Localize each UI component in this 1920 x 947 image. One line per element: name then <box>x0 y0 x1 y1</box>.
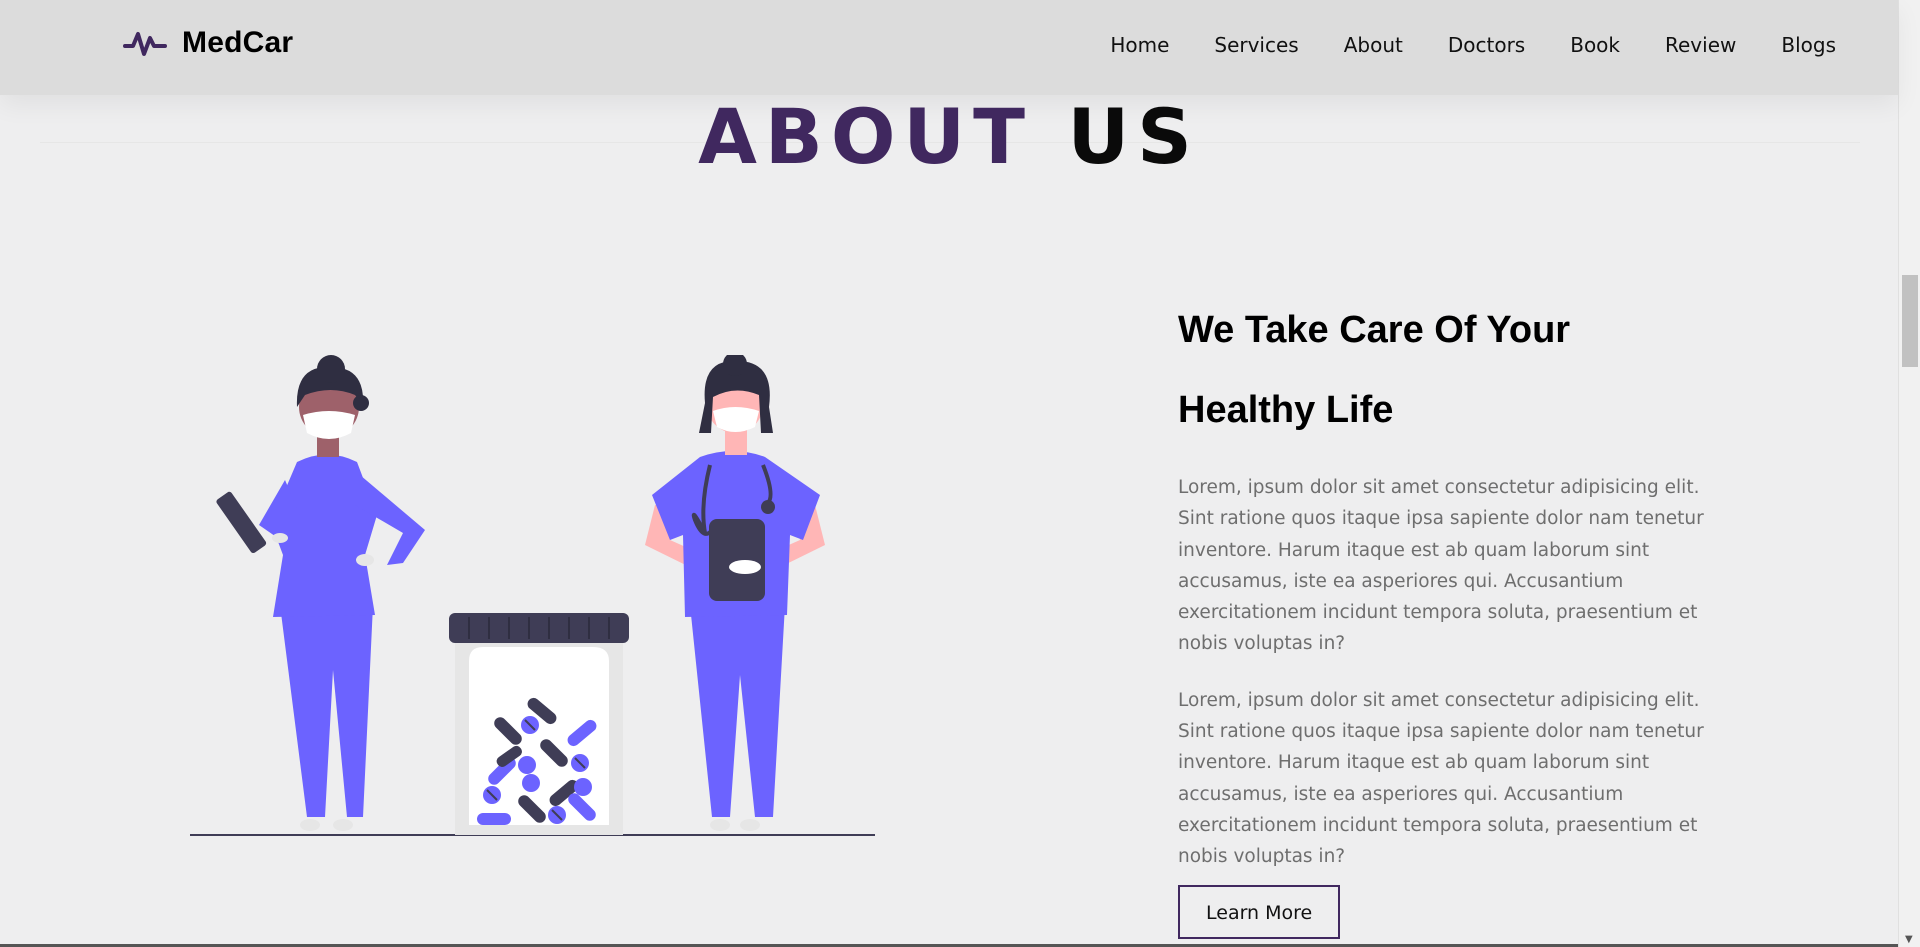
section-title-rest: US <box>1067 92 1200 181</box>
nav-book[interactable]: Book <box>1570 33 1620 57</box>
section-title: ABOUT US <box>0 96 1898 178</box>
brand-logo[interactable]: MedCar <box>123 26 293 60</box>
doctor-left-figure <box>216 355 425 831</box>
pill-jar <box>449 613 629 835</box>
scrollbar-thumb[interactable] <box>1902 275 1918 367</box>
nav-blogs[interactable]: Blogs <box>1781 33 1836 57</box>
site-header: MedCar Home Services About Doctors Book … <box>0 0 1898 95</box>
about-heading-line2: Healthy Life <box>1178 389 1394 431</box>
nav-about[interactable]: About <box>1344 33 1403 57</box>
scroll-down-arrow-icon[interactable]: ▼ <box>1905 934 1913 945</box>
main-nav: Home Services About Doctors Book Review … <box>1065 33 1836 57</box>
nav-home[interactable]: Home <box>1110 33 1169 57</box>
about-heading-line1: We Take Care Of Your <box>1178 309 1571 351</box>
doctors-illustration-graphic <box>190 352 875 836</box>
pulse-icon <box>123 32 167 56</box>
section-title-accent: ABOUT <box>698 92 1033 181</box>
page-scrollbar[interactable]: ▼ <box>1898 0 1920 947</box>
about-paragraph-1: Lorem, ipsum dolor sit amet consectetur … <box>1178 477 1704 655</box>
doctors-illustration <box>185 352 885 840</box>
brand-name: MedCar <box>182 26 294 59</box>
nav-services[interactable]: Services <box>1214 33 1298 57</box>
about-paragraph-2: Lorem, ipsum dolor sit amet consectetur … <box>1178 689 1704 868</box>
learn-more-button[interactable]: Learn More <box>1178 884 1341 939</box>
nav-doctors[interactable]: Doctors <box>1448 33 1525 57</box>
doctor-right-figure <box>645 352 825 831</box>
nav-review[interactable]: Review <box>1665 33 1736 57</box>
about-content: We Take Care Of Your Healthy Life Lorem,… <box>1178 290 1718 939</box>
about-heading: We Take Care Of Your Healthy Life <box>1178 290 1718 450</box>
